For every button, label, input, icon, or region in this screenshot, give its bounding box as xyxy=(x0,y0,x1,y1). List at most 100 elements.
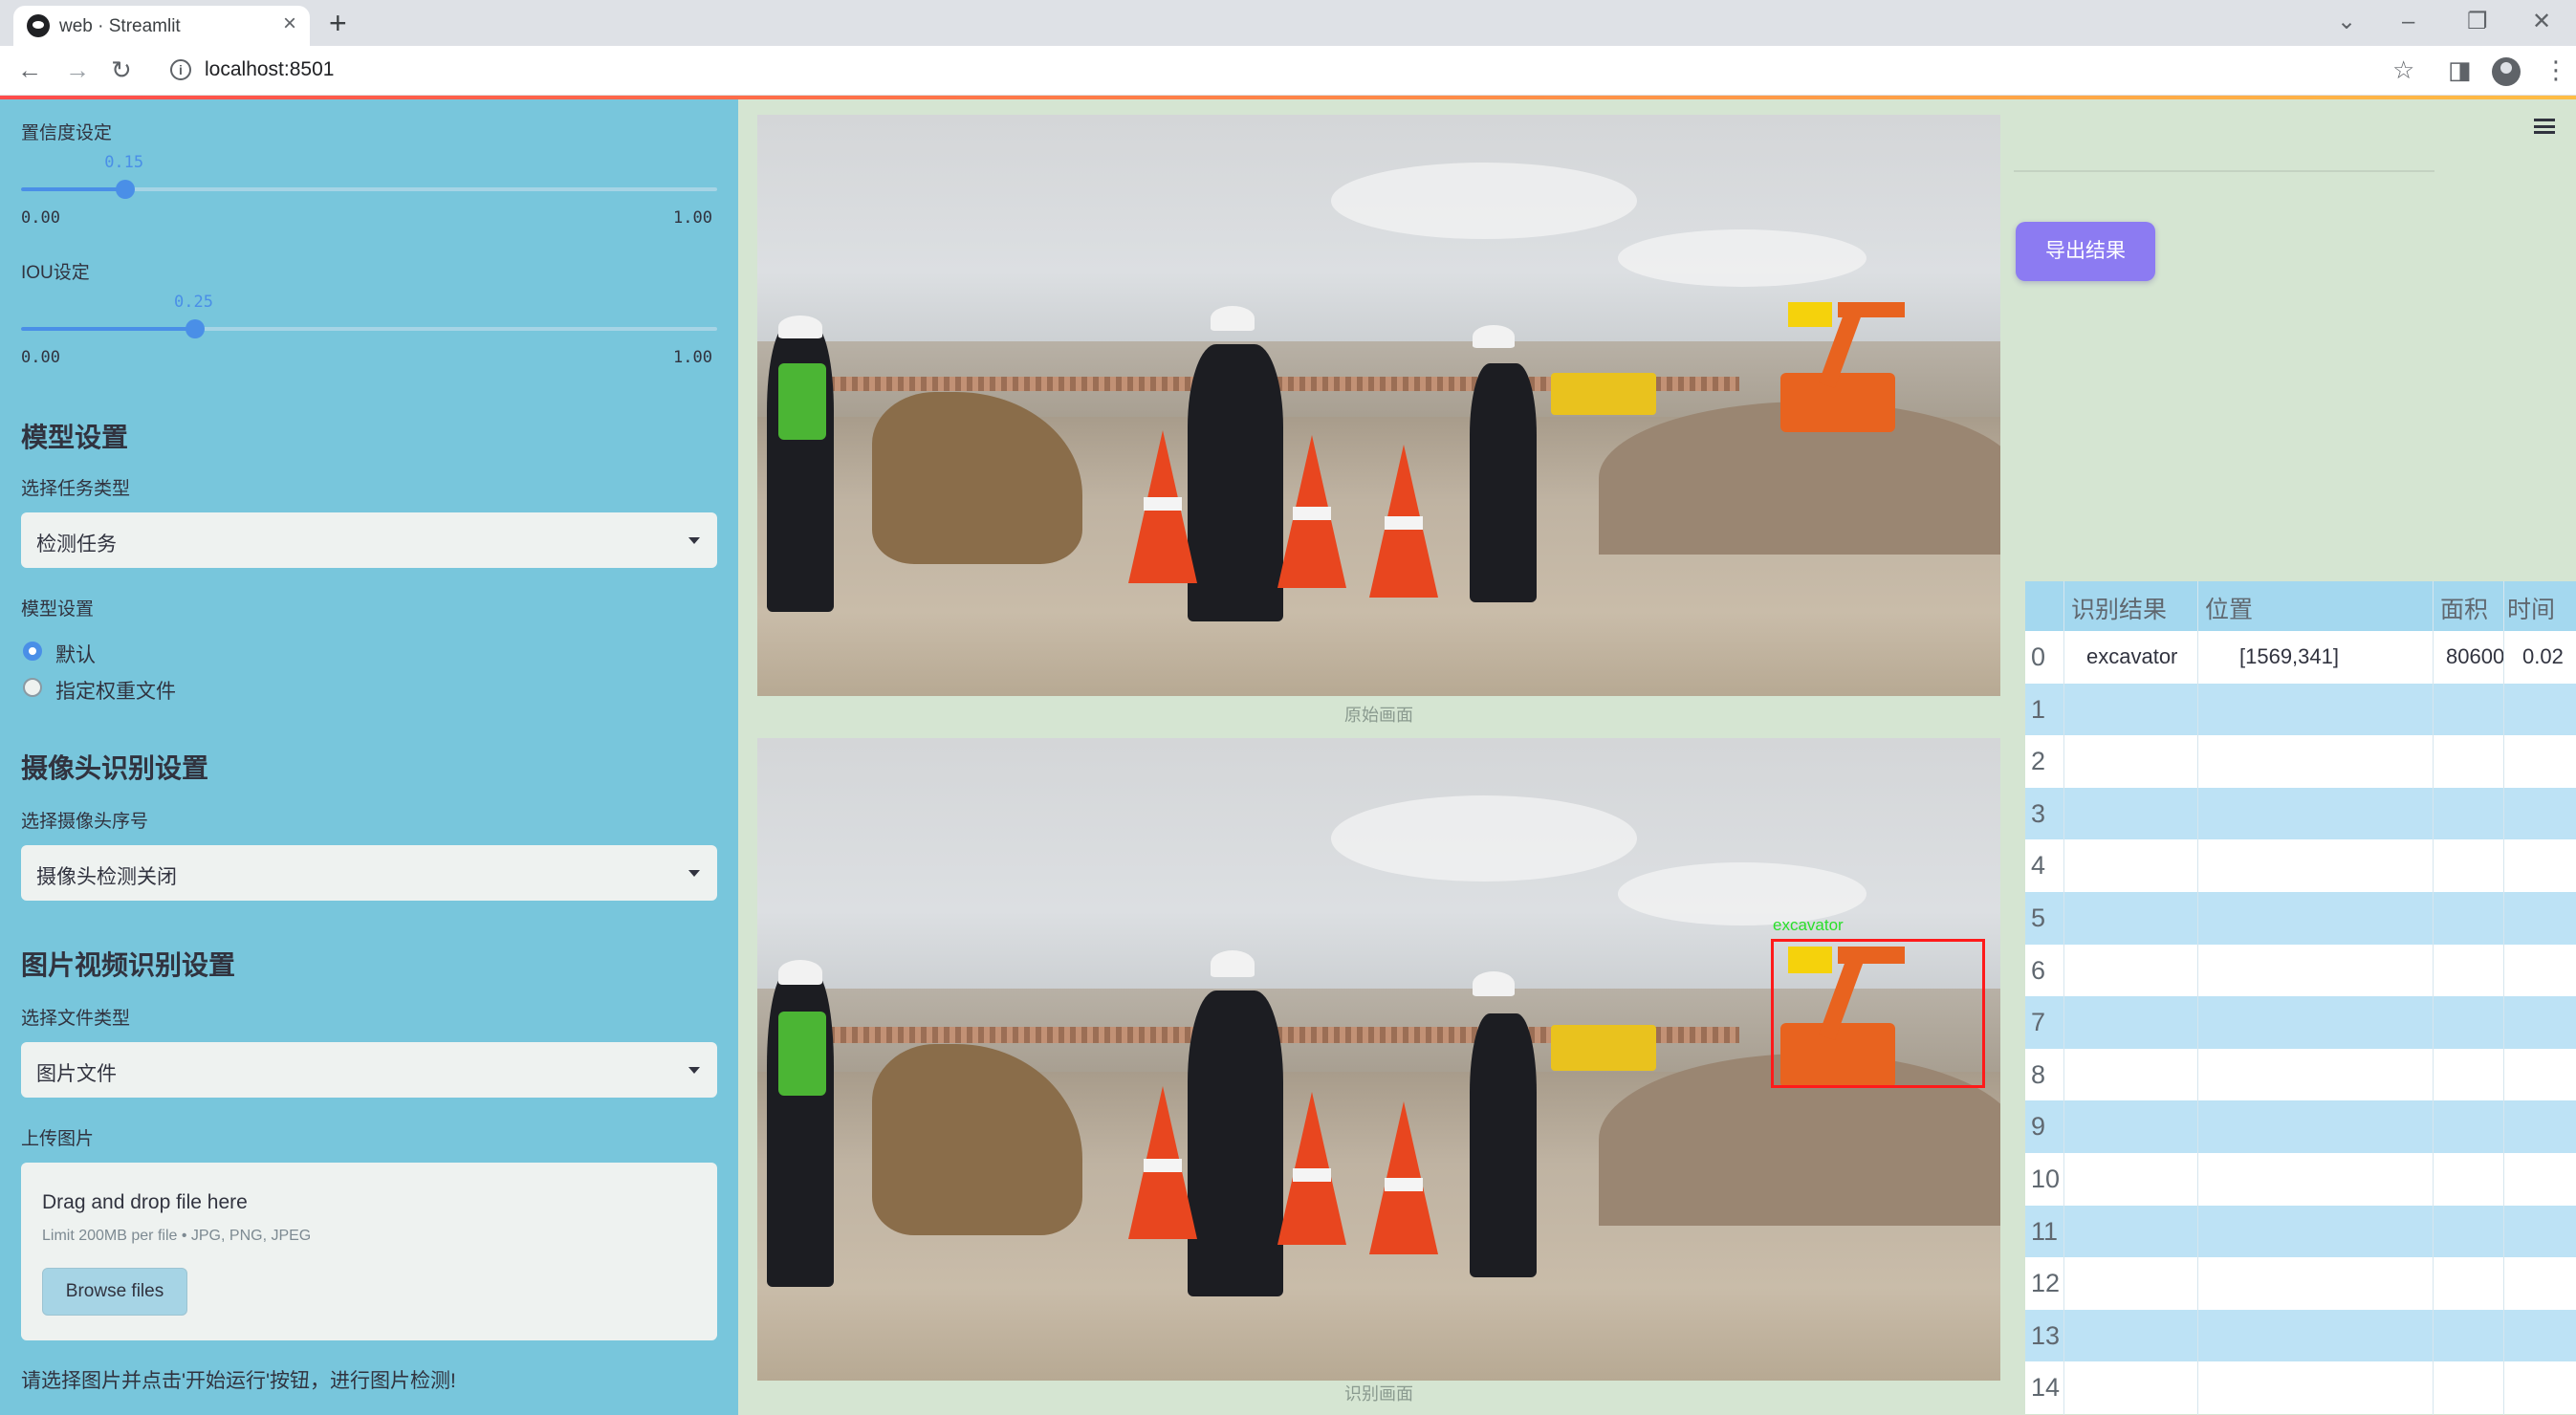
table-row[interactable]: 5 xyxy=(2025,892,2576,945)
file-type-select[interactable]: 图片文件 xyxy=(21,1042,717,1098)
header-time: 时间 xyxy=(2507,597,2556,623)
confidence-min: 0.00 xyxy=(21,208,60,228)
star-icon[interactable]: ☆ xyxy=(2392,55,2414,84)
task-type-select[interactable]: 检测任务 xyxy=(21,512,717,568)
address-bar: ← → ↻ i localhost:8501 ☆ ◨ ⋮ xyxy=(0,46,2576,96)
confidence-value: 0.15 xyxy=(104,153,144,172)
row-index: 6 xyxy=(2031,955,2046,985)
original-caption: 原始画面 xyxy=(1344,706,1413,725)
task-type-value: 检测任务 xyxy=(36,533,117,555)
table-row[interactable]: 0 excavator [1569,341] 80600 0.02 xyxy=(2025,631,2576,684)
iou-max: 1.00 xyxy=(673,348,712,367)
radio-default-dot[interactable] xyxy=(23,642,42,661)
radio-default-label: 默认 xyxy=(55,644,96,666)
panel-divider xyxy=(2014,170,2434,172)
detection-label: excavator xyxy=(1773,916,1844,934)
table-row[interactable]: 2 xyxy=(2025,735,2576,788)
url-field[interactable]: localhost:8501 xyxy=(205,58,334,81)
model-label: 模型设置 xyxy=(21,599,95,620)
close-window-icon[interactable]: ✕ xyxy=(2532,8,2551,36)
dropzone-limit: Limit 200MB per file • JPG, PNG, JPEG xyxy=(42,1228,312,1244)
table-row[interactable]: 4 xyxy=(2025,839,2576,892)
confidence-slider-thumb[interactable] xyxy=(116,180,136,199)
site-info-icon[interactable]: i xyxy=(170,59,191,80)
confidence-label: 置信度设定 xyxy=(21,123,113,143)
sidebar-icon[interactable]: ◨ xyxy=(2448,55,2472,84)
streamlit-favicon-icon xyxy=(27,14,50,37)
row-index: 10 xyxy=(2031,1165,2061,1193)
table-row[interactable]: 3 xyxy=(2025,787,2576,840)
row-index: 2 xyxy=(2031,747,2046,776)
iou-value: 0.25 xyxy=(174,293,213,312)
table-header: 识别结果 位置 面积 时间 xyxy=(2025,581,2576,631)
reload-icon[interactable]: ↻ xyxy=(111,55,132,84)
kebab-menu-icon[interactable]: ⋮ xyxy=(2543,55,2568,84)
cell-result: excavator xyxy=(2086,644,2178,668)
iou-slider-thumb[interactable] xyxy=(186,319,205,338)
tab-title: web · Streamlit xyxy=(59,16,181,36)
radio-custom-weights-label: 指定权重文件 xyxy=(55,681,176,703)
confidence-slider[interactable] xyxy=(21,180,717,199)
file-type-value: 图片文件 xyxy=(36,1063,117,1085)
chevron-down-icon xyxy=(688,1067,700,1074)
table-row[interactable]: 11 xyxy=(2025,1205,2576,1258)
iou-label: IOU设定 xyxy=(21,263,90,283)
dropzone-title: Drag and drop file here xyxy=(42,1191,248,1213)
cell-area: 80600 xyxy=(2446,644,2505,668)
table-row[interactable]: 9 xyxy=(2025,1100,2576,1153)
confidence-slider-fill xyxy=(21,187,126,191)
minimize-window-icon[interactable]: – xyxy=(2402,8,2414,36)
sidebar: 置信度设定 0.15 0.00 1.00 IOU设定 0.25 0.00 1.0… xyxy=(0,99,738,1415)
camera-select[interactable]: 摄像头检测关闭 xyxy=(21,845,717,901)
row-index: 12 xyxy=(2031,1269,2061,1298)
table-row[interactable]: 6 xyxy=(2025,944,2576,997)
browser-tab-bar: web · Streamlit × + ⌄ – ❐ ✕ xyxy=(0,0,2576,46)
row-index: 0 xyxy=(2031,642,2046,671)
header-position: 位置 xyxy=(2205,597,2254,623)
new-tab-plus-icon[interactable]: + xyxy=(329,6,347,40)
restore-window-icon[interactable]: ❐ xyxy=(2467,8,2488,36)
sidebar-hint: 请选择图片并点击'开始运行'按钮，进行图片检测! xyxy=(21,1370,456,1392)
file-dropzone[interactable]: Drag and drop file here Limit 200MB per … xyxy=(21,1163,717,1340)
confidence-max: 1.00 xyxy=(673,208,712,228)
table-row[interactable]: 1 xyxy=(2025,683,2576,736)
result-caption: 识别画面 xyxy=(1344,1384,1413,1404)
cell-time: 0.02 xyxy=(2522,644,2564,668)
forward-arrow-icon[interactable]: → xyxy=(65,55,90,84)
table-row[interactable]: 14 xyxy=(2025,1361,2576,1414)
cell-position: [1569,341] xyxy=(2239,644,2339,668)
iou-min: 0.00 xyxy=(21,348,60,367)
table-row[interactable]: 12 xyxy=(2025,1257,2576,1310)
row-index: 11 xyxy=(2031,1216,2059,1246)
tab-search-chevron-icon[interactable]: ⌄ xyxy=(2337,8,2356,36)
camera-index-label: 选择摄像头序号 xyxy=(21,812,149,832)
row-index: 13 xyxy=(2031,1320,2061,1350)
row-index: 14 xyxy=(2031,1373,2061,1403)
export-results-button[interactable]: 导出结果 xyxy=(2016,222,2155,281)
row-index: 9 xyxy=(2031,1112,2046,1142)
browse-files-button[interactable]: Browse files xyxy=(42,1268,187,1316)
close-tab-icon[interactable]: × xyxy=(283,12,296,35)
row-index: 8 xyxy=(2031,1059,2046,1089)
task-type-label: 选择任务类型 xyxy=(21,479,131,499)
chevron-down-icon xyxy=(688,537,700,544)
upload-label: 上传图片 xyxy=(21,1129,95,1149)
row-index: 5 xyxy=(2031,903,2046,932)
camera-select-value: 摄像头检测关闭 xyxy=(36,866,177,888)
table-row[interactable]: 8 xyxy=(2025,1048,2576,1101)
back-arrow-icon[interactable]: ← xyxy=(17,55,42,84)
result-image: excavator xyxy=(757,738,2000,1381)
detection-box xyxy=(1771,939,1985,1088)
iou-slider[interactable] xyxy=(21,319,717,338)
table-row[interactable]: 13 xyxy=(2025,1309,2576,1362)
browser-tab[interactable]: web · Streamlit × xyxy=(13,6,310,46)
avatar-icon[interactable] xyxy=(2492,57,2521,86)
results-table: 识别结果 位置 面积 时间 0 excavator [1569,341] 80600 0… xyxy=(2025,581,2576,1415)
radio-custom-weights-dot[interactable] xyxy=(23,678,42,697)
table-row[interactable]: 7 xyxy=(2025,996,2576,1049)
row-index: 1 xyxy=(2031,694,2046,724)
row-index: 4 xyxy=(2031,851,2046,881)
hamburger-menu-icon[interactable] xyxy=(2534,119,2555,134)
table-row[interactable]: 10 xyxy=(2025,1153,2576,1206)
model-settings-heading: 模型设置 xyxy=(21,423,129,452)
